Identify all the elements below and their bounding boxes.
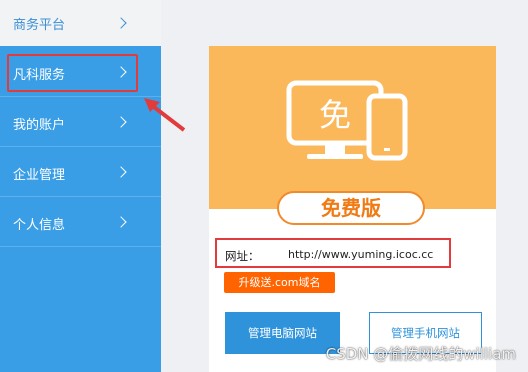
sidebar-item-label: 个人信息 (13, 218, 66, 233)
manage-pc-site-button[interactable]: 管理电脑网站 (225, 312, 340, 354)
url-label: 网址： (225, 249, 260, 263)
chevron-right-icon (115, 216, 127, 228)
sidebar-item-label: 商务平台 (13, 18, 66, 33)
sidebar-menu: 凡科服务 我的账户 企业管理 个人信息 (0, 46, 161, 372)
annotation-arrow-icon (144, 98, 186, 132)
chevron-right-icon (115, 116, 127, 128)
upgrade-promo-tag[interactable]: 升级送.com域名 (224, 272, 335, 293)
free-plan-badge: 免费版 (277, 191, 425, 225)
annotation-highlight-box (7, 54, 138, 92)
sidebar-item-label: 我的账户 (13, 118, 66, 133)
sidebar-item-my-account[interactable]: 我的账户 (0, 96, 161, 147)
chevron-right-icon (115, 166, 127, 178)
watermark: CSDN @偷拨网线的william (325, 345, 516, 363)
sidebar-item-label: 企业管理 (13, 168, 66, 183)
card-header: 免 (209, 46, 496, 209)
desktop-mobile-icon: 免 (286, 80, 408, 161)
site-url-link[interactable]: http://www.yuming.icoc.cc (288, 248, 433, 261)
sidebar-item-enterprise-management[interactable]: 企业管理 (0, 146, 161, 197)
chevron-right-icon (115, 17, 127, 29)
sidebar-item-business-platform[interactable]: 商务平台 (0, 0, 161, 46)
sidebar-item-personal-info[interactable]: 个人信息 (0, 196, 161, 247)
illustration-text: 免 (319, 96, 351, 134)
